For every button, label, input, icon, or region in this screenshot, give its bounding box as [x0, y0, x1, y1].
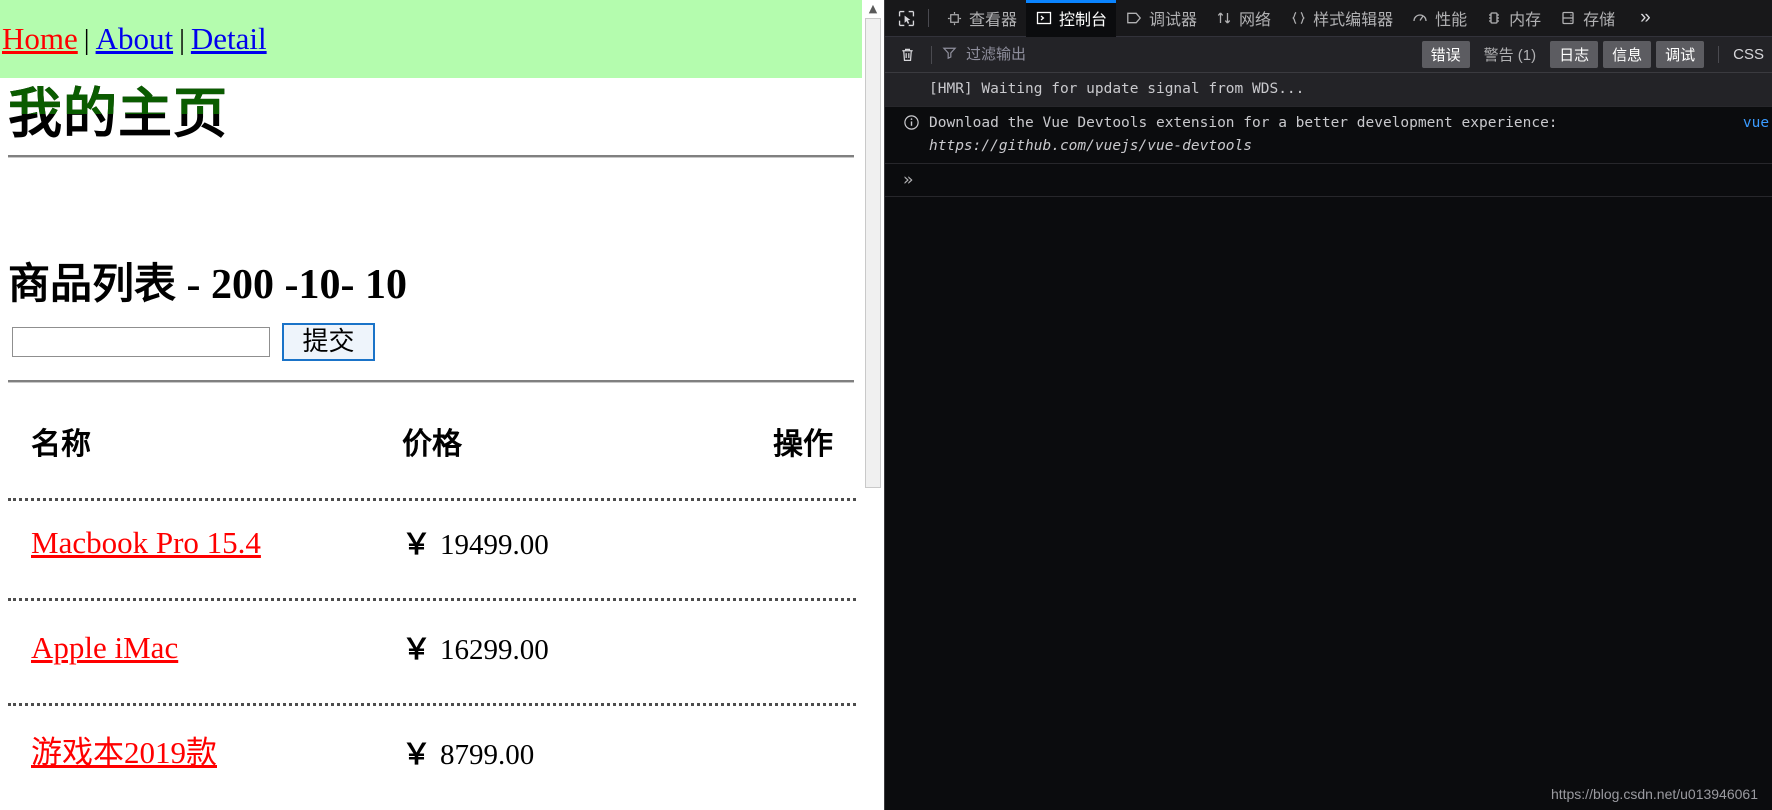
filter-button-debug[interactable]: 调试 — [1656, 41, 1705, 68]
tab-style-editor[interactable]: 样式编辑器 — [1280, 0, 1402, 37]
product-name-input[interactable] — [12, 327, 270, 357]
add-product-form: 提交 — [12, 323, 375, 365]
console-message-text: Download the Vue Devtools extension for … — [929, 115, 1558, 131]
tab-storage[interactable]: 存储 — [1550, 0, 1624, 37]
product-link[interactable]: Apple iMac — [31, 630, 178, 666]
row-divider — [8, 498, 856, 501]
price-value: 8799.00 — [440, 739, 535, 771]
console-message[interactable]: Download the Vue Devtools extension for … — [885, 107, 1772, 164]
toolbar-overflow-icon[interactable]: » — [1630, 7, 1661, 29]
tab-inspector[interactable]: 查看器 — [936, 0, 1026, 37]
nav-link-detail[interactable]: Detail — [191, 21, 267, 56]
network-icon — [1215, 9, 1233, 27]
product-list-title-label: 商品列表 — [8, 258, 177, 308]
column-header-name: 名称 — [31, 427, 91, 462]
filter-icon — [942, 45, 957, 64]
browser-viewport: Home|About|Detail 我的主页 我的主页 商品列表 - 200 -… — [0, 0, 884, 810]
filter-button-errors[interactable]: 错误 — [1421, 41, 1470, 68]
tab-style-editor-label: 样式编辑器 — [1313, 12, 1394, 29]
console-message[interactable]: [HMR] Waiting for update signal from WDS… — [885, 73, 1772, 107]
console-message-source[interactable]: vue.run — [1743, 112, 1772, 135]
filter-button-warnings[interactable]: 警告 (1) — [1475, 41, 1546, 68]
tab-memory-label: 内存 — [1509, 12, 1542, 29]
page-title-overlap-green: 我的主页 — [8, 83, 228, 114]
product-list-title-numbers: - 200 -10- 10 — [176, 261, 407, 308]
filter-button-logs[interactable]: 日志 — [1550, 41, 1599, 68]
tab-network-label: 网络 — [1239, 12, 1272, 29]
style-editor-icon — [1289, 9, 1307, 27]
column-header-price: 价格 — [402, 427, 462, 462]
product-link[interactable]: 游戏本2019款 — [31, 735, 217, 771]
product-table: 名称 价格 操作 Macbook Pro 15.4 ￥ 19499.00 Appl… — [8, 408, 862, 810]
table-row: Apple iMac ￥ 16299.00 — [8, 610, 862, 715]
tab-inspector-label: 查看器 — [969, 12, 1018, 29]
row-divider — [8, 703, 856, 706]
currency-symbol: ￥ — [402, 739, 432, 771]
divider-bottom — [8, 380, 854, 383]
tab-performance-label: 性能 — [1435, 12, 1468, 29]
submit-button[interactable]: 提交 — [282, 323, 375, 361]
nav-separator-1: | — [83, 24, 90, 56]
page-title: 我的主页 我的主页 — [8, 83, 228, 145]
storage-icon — [1559, 9, 1577, 27]
console-icon — [1035, 9, 1053, 27]
page-vertical-scrollbar[interactable]: ▲ — [862, 0, 884, 810]
product-price: ￥ 16299.00 — [402, 632, 549, 668]
filter-button-info[interactable]: 信息 — [1603, 41, 1652, 68]
console-message-text: [HMR] Waiting for update signal from WDS… — [929, 81, 1305, 97]
main-nav: Home | About | Detail — [2, 22, 267, 57]
scrollbar-thumb[interactable] — [865, 18, 881, 488]
toolbar-divider — [931, 45, 932, 64]
row-divider — [8, 598, 856, 601]
table-header-row: 名称 价格 操作 — [8, 408, 862, 505]
tab-console[interactable]: 控制台 — [1026, 0, 1117, 37]
tab-console-label: 控制台 — [1059, 12, 1108, 29]
currency-symbol: ￥ — [402, 634, 432, 666]
console-filter — [942, 45, 1422, 64]
nav-separator-2: | — [179, 24, 185, 56]
tab-storage-label: 存储 — [1583, 12, 1616, 29]
currency-symbol: ￥ — [402, 529, 432, 561]
console-toolbar: 错误 警告 (1) 日志 信息 调试 CSS — [885, 37, 1772, 73]
screenshot-root: Home|About|Detail 我的主页 我的主页 商品列表 - 200 -… — [0, 0, 1772, 810]
devtools-toolbar: 查看器 控制台 调试器 网络 样式编辑器 性能 内存 存储 » — [885, 0, 1772, 37]
tab-memory[interactable]: 内存 — [1476, 0, 1550, 37]
console-input-prompt[interactable]: » — [885, 164, 1772, 197]
console-filter-buttons: 错误 警告 (1) 日志 信息 调试 — [1421, 41, 1705, 68]
watermark: https://blog.csdn.net/u013946061 — [1550, 786, 1758, 802]
devtools-panel: 查看器 控制台 调试器 网络 样式编辑器 性能 内存 存储 » 过滤输出 错误 … — [884, 0, 1772, 810]
product-link[interactable]: Macbook Pro 15.4 — [31, 525, 261, 561]
column-header-operation: 操作 — [773, 427, 833, 462]
tab-debugger-label: 调试器 — [1149, 12, 1198, 29]
product-price: ￥ 8799.00 — [402, 737, 534, 773]
price-value: 16299.00 — [440, 634, 549, 666]
tab-performance[interactable]: 性能 — [1402, 0, 1476, 37]
debugger-icon — [1125, 9, 1143, 27]
filter-input[interactable] — [964, 45, 1228, 64]
trash-icon[interactable] — [893, 42, 921, 68]
nav-link-about[interactable]: About — [96, 21, 174, 56]
element-picker-icon[interactable] — [891, 4, 921, 32]
console-output: [HMR] Waiting for update signal from WDS… — [885, 73, 1772, 810]
nav-link-home[interactable]: Home — [2, 21, 78, 56]
filter-button-css[interactable]: CSS — [1718, 46, 1764, 63]
product-list-title: 商品列表 - 200 -10- 10 — [8, 259, 407, 310]
product-price: ￥ 19499.00 — [402, 527, 549, 563]
web-page-content: Home|About|Detail 我的主页 我的主页 商品列表 - 200 -… — [0, 0, 862, 810]
tab-debugger[interactable]: 调试器 — [1116, 0, 1206, 37]
scrollbar-up-arrow[interactable]: ▲ — [862, 0, 884, 18]
tab-network[interactable]: 网络 — [1206, 0, 1280, 37]
memory-icon — [1485, 9, 1503, 27]
table-row: 游戏本2019款 ￥ 8799.00 — [8, 715, 862, 810]
prompt-chevron-icon: » — [903, 170, 914, 190]
toolbar-divider — [928, 9, 929, 27]
inspector-icon — [945, 9, 963, 27]
price-value: 19499.00 — [440, 529, 549, 561]
performance-icon — [1411, 9, 1429, 27]
console-message-url[interactable]: https://github.com/vuejs/vue-devtools — [929, 135, 1762, 158]
table-row: Macbook Pro 15.4 ￥ 19499.00 — [8, 505, 862, 610]
divider-top — [8, 155, 854, 158]
info-icon — [903, 114, 920, 131]
